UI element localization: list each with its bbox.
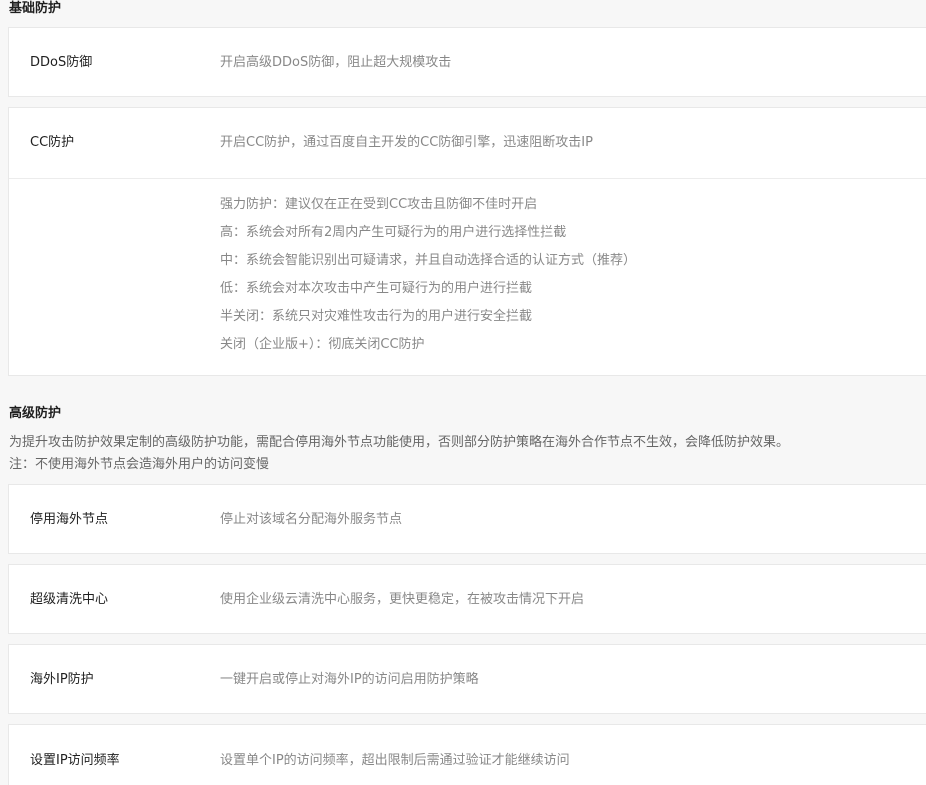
cc-card: CC防护 开启CC防护，通过百度自主开发的CC防御引擎，迅速阻断攻击IP 强力防… <box>8 107 926 376</box>
cc-desc: 开启CC防护，通过百度自主开发的CC防御引擎，迅速阻断攻击IP <box>220 135 593 150</box>
ip-rate-desc: 设置单个IP的访问频率，超出限制后需通过验证才能继续访问 <box>220 753 570 768</box>
ip-rate-row: 设置IP访问频率 设置单个IP的访问频率，超出限制后需通过验证才能继续访问 <box>9 725 926 785</box>
disable-overseas-row: 停用海外节点 停止对该域名分配海外服务节点 <box>9 485 926 554</box>
ip-rate-label: 设置IP访问频率 <box>30 753 120 768</box>
disable-overseas-card: 停用海外节点 停止对该域名分配海外服务节点 <box>8 484 926 554</box>
cc-level-medium: 中：系统会智能识别出可疑请求，并且自动选择合适的认证方式（推荐） <box>220 253 637 268</box>
ddos-desc: 开启高级DDoS防御，阻止超大规模攻击 <box>220 55 452 70</box>
disable-overseas-desc: 停止对该域名分配海外服务节点 <box>220 512 403 527</box>
protection-settings-page: 基础防护 DDoS防御 开启高级DDoS防御，阻止超大规模攻击 CC防护 开启C… <box>0 0 926 785</box>
super-scrubbing-label: 超级清洗中心 <box>30 592 109 607</box>
cc-level-high: 高：系统会对所有2周内产生可疑行为的用户进行选择性拦截 <box>220 225 567 240</box>
cc-level-list: 强力防护：建议仅在正在受到CC攻击且防御不佳时开启 高：系统会对所有2周内产生可… <box>220 191 636 359</box>
overseas-ip-card: 海外IP防护 一键开启或停止对海外IP的访问启用防护策略 <box>8 644 926 714</box>
super-scrubbing-desc: 使用企业级云清洗中心服务，更快更稳定，在被攻击情况下开启 <box>220 592 585 607</box>
cc-level-off: 关闭（企业版+）：彻底关闭CC防护 <box>220 337 425 352</box>
cc-level-strong: 强力防护：建议仅在正在受到CC攻击且防御不佳时开启 <box>220 197 538 212</box>
ddos-row: DDoS防御 开启高级DDoS防御，阻止超大规模攻击 <box>9 28 926 97</box>
overseas-ip-label: 海外IP防护 <box>30 672 94 687</box>
ddos-card: DDoS防御 开启高级DDoS防御，阻止超大规模攻击 <box>8 27 926 97</box>
advanced-protection-desc: 为提升攻击防护效果定制的高级防护功能，需配合停用海外节点功能使用，否则部分防护策… <box>9 435 790 450</box>
ip-rate-card: 设置IP访问频率 设置单个IP的访问频率，超出限制后需通过验证才能继续访问 <box>8 724 926 785</box>
basic-protection-title: 基础防护 <box>9 1 62 16</box>
overseas-ip-row: 海外IP防护 一键开启或停止对海外IP的访问启用防护策略 <box>9 645 926 714</box>
advanced-protection-note: 注：不使用海外节点会造海外用户的访问变慢 <box>9 457 270 472</box>
disable-overseas-label: 停用海外节点 <box>30 512 109 527</box>
cc-level-low: 低：系统会对本次攻击中产生可疑行为的用户进行拦截 <box>220 281 533 296</box>
super-scrubbing-row: 超级清洗中心 使用企业级云清洗中心服务，更快更稳定，在被攻击情况下开启 <box>9 565 926 634</box>
cc-label: CC防护 <box>30 135 75 150</box>
cc-row: CC防护 开启CC防护，通过百度自主开发的CC防御引擎，迅速阻断攻击IP <box>9 108 926 178</box>
overseas-ip-desc: 一键开启或停止对海外IP的访问启用防护策略 <box>220 672 479 687</box>
advanced-protection-title: 高级防护 <box>9 406 62 421</box>
super-scrubbing-card: 超级清洗中心 使用企业级云清洗中心服务，更快更稳定，在被攻击情况下开启 <box>8 564 926 634</box>
cc-level-half-off: 半关闭：系统只对灾难性攻击行为的用户进行安全拦截 <box>220 309 533 324</box>
ddos-label: DDoS防御 <box>30 55 93 70</box>
cc-levels-panel: 强力防护：建议仅在正在受到CC攻击且防御不佳时开启 高：系统会对所有2周内产生可… <box>9 179 926 375</box>
